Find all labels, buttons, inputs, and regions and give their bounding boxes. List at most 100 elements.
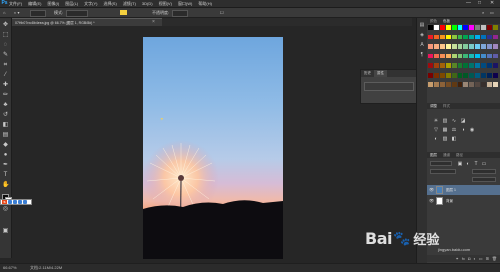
- color-swatch[interactable]: [445, 63, 451, 69]
- maximize-button[interactable]: □: [478, 0, 481, 7]
- color-swatch[interactable]: [445, 25, 451, 30]
- healing-brush-icon[interactable]: ✚: [2, 82, 9, 89]
- filter-shape-icon[interactable]: ▭: [481, 161, 487, 167]
- add-mask-icon[interactable]: ◘: [468, 256, 470, 261]
- color-swatch[interactable]: [493, 53, 498, 59]
- color-swatch[interactable]: [428, 72, 433, 78]
- visibility-eye-icon[interactable]: 👁: [429, 187, 434, 193]
- color-swatch[interactable]: [445, 34, 451, 40]
- layer-filter-select[interactable]: [430, 161, 452, 166]
- color-swatch[interactable]: [487, 44, 493, 49]
- color-swatch[interactable]: [475, 82, 481, 88]
- color-swatch[interactable]: [428, 53, 433, 59]
- levels-icon[interactable]: ▥: [442, 118, 448, 124]
- color-swatch[interactable]: [451, 44, 457, 49]
- workspace-icon[interactable]: ▭: [490, 10, 494, 15]
- menu-3d[interactable]: 3D(D): [142, 1, 153, 6]
- color-swatch[interactable]: [451, 82, 457, 88]
- color-swatch[interactable]: [493, 72, 498, 78]
- color-swatch[interactable]: [428, 63, 433, 69]
- opacity-field[interactable]: [172, 10, 188, 17]
- layer-name[interactable]: 图层 1: [446, 185, 456, 195]
- tab-color[interactable]: 颜色: [427, 18, 440, 24]
- new-layer-icon[interactable]: ⊞: [486, 256, 489, 261]
- input-method-logo[interactable]: S: [2, 200, 7, 204]
- curves-icon[interactable]: ∿: [451, 118, 457, 124]
- color-swatch[interactable]: [493, 25, 498, 30]
- color-swatch[interactable]: [445, 72, 451, 78]
- type-tool-icon[interactable]: T: [2, 172, 9, 179]
- color-swatch[interactable]: [487, 72, 493, 78]
- menu-window[interactable]: 窗口(W): [178, 1, 192, 7]
- color-swatch[interactable]: [481, 82, 487, 88]
- filter-type-icon[interactable]: T: [473, 161, 479, 167]
- color-swatch[interactable]: [433, 72, 439, 78]
- color-swatch[interactable]: [481, 53, 487, 59]
- blur-tool-icon[interactable]: ◆: [2, 142, 9, 149]
- color-swatch[interactable]: [433, 44, 439, 49]
- color-swatch[interactable]: [439, 82, 445, 88]
- tab-paths[interactable]: 路径: [453, 152, 466, 158]
- tab-adjustments[interactable]: 调整: [427, 103, 440, 109]
- color-swatch[interactable]: [428, 25, 433, 30]
- properties-field[interactable]: [364, 82, 414, 91]
- pen-tool-icon[interactable]: ✒: [2, 162, 9, 169]
- gradient-tool-icon[interactable]: ▤: [2, 132, 9, 139]
- blend-mode-select[interactable]: [430, 169, 456, 174]
- home-icon[interactable]: ⌂: [3, 10, 5, 15]
- color-swatch[interactable]: [469, 34, 475, 40]
- filter-adjust-icon[interactable]: ◐: [465, 161, 471, 167]
- color-swatch[interactable]: [493, 34, 498, 40]
- menu-view[interactable]: 视图(V): [159, 1, 172, 7]
- mode-select[interactable]: [66, 10, 88, 17]
- checkbox-icon[interactable]: ☐: [220, 10, 224, 15]
- color-swatch[interactable]: [428, 82, 433, 88]
- eraser-tool-icon[interactable]: ◧: [2, 122, 9, 129]
- brightness-icon[interactable]: ☀: [433, 118, 439, 124]
- color-swatch[interactable]: [469, 25, 475, 30]
- posterize-icon[interactable]: ▨: [442, 136, 448, 142]
- vibrance-icon[interactable]: ▽: [433, 127, 439, 133]
- color-swatch[interactable]: [475, 72, 481, 78]
- color-swatch[interactable]: [487, 25, 493, 30]
- color-swatch[interactable]: [469, 72, 475, 78]
- color-swatch[interactable]: [439, 53, 445, 59]
- menu-image[interactable]: 图像(I): [47, 1, 59, 7]
- color-swatch[interactable]: [475, 34, 481, 40]
- brush-tool-icon[interactable]: ✏: [2, 92, 9, 99]
- color-swatch[interactable]: [493, 44, 498, 49]
- color-swatch[interactable]: [457, 63, 463, 69]
- fill-input[interactable]: [472, 177, 496, 182]
- close-button[interactable]: ✕: [490, 0, 494, 7]
- color-swatch[interactable]: [481, 25, 487, 30]
- hue-saturation-icon[interactable]: ▦: [442, 127, 448, 133]
- character-panel-icon[interactable]: A: [419, 42, 425, 48]
- dodge-tool-icon[interactable]: ●: [2, 152, 9, 159]
- lasso-tool-icon[interactable]: ◌: [2, 42, 9, 49]
- quick-select-tool-icon[interactable]: ✎: [2, 52, 9, 59]
- color-swatch[interactable]: [457, 82, 463, 88]
- layer-name[interactable]: 背景: [446, 196, 453, 206]
- color-swatch[interactable]: [433, 53, 439, 59]
- photo-filter-icon[interactable]: ◉: [469, 127, 475, 133]
- color-swatch[interactable]: [439, 72, 445, 78]
- history-panel-icon[interactable]: ▤: [419, 22, 425, 28]
- color-swatch[interactable]: [493, 63, 498, 69]
- menu-type[interactable]: 文字(Y): [84, 1, 97, 7]
- color-swatch[interactable]: [439, 25, 445, 30]
- menu-layer[interactable]: 图层(L): [65, 1, 78, 7]
- color-swatch[interactable]: [433, 63, 439, 69]
- color-swatch[interactable]: [481, 72, 487, 78]
- color-swatch[interactable]: [481, 44, 487, 49]
- color-swatch[interactable]: [487, 63, 493, 69]
- color-swatch[interactable]: [493, 82, 498, 88]
- color-swatch[interactable]: [457, 72, 463, 78]
- clone-stamp-icon[interactable]: ♣: [2, 102, 9, 109]
- color-swatch[interactable]: [463, 63, 469, 69]
- color-swatch[interactable]: [428, 34, 433, 40]
- color-swatch[interactable]: [463, 82, 469, 88]
- quick-mask-icon[interactable]: ◎: [2, 206, 9, 213]
- color-swatch[interactable]: [451, 34, 457, 40]
- color-swatch[interactable]: [451, 72, 457, 78]
- color-swatch[interactable]: [463, 44, 469, 49]
